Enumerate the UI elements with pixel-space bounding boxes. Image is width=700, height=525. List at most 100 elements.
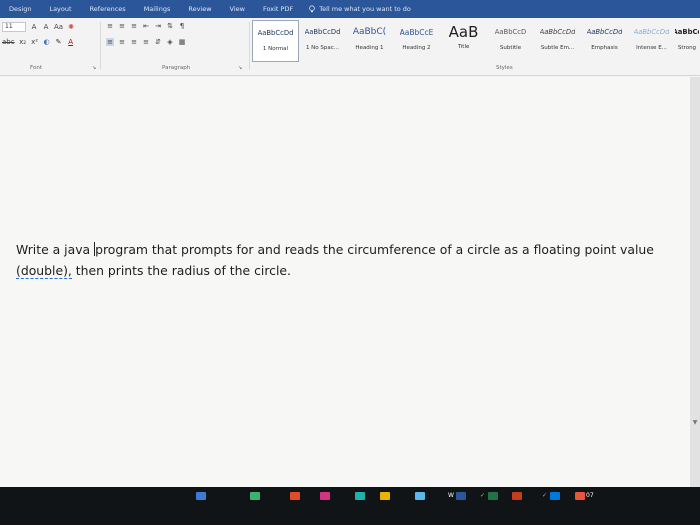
lightbulb-icon xyxy=(309,5,316,13)
app-icon[interactable] xyxy=(380,492,390,500)
subscript-button[interactable]: x₂ xyxy=(19,38,27,46)
style-intense-emphasis[interactable]: AaBbCcDd Intense E... xyxy=(628,20,675,62)
document-text: Write a java xyxy=(16,242,95,257)
document-text: program that prompts for and reads the c… xyxy=(95,242,654,257)
tab-references[interactable]: References xyxy=(81,0,135,18)
decrease-indent-icon[interactable]: ⇤ xyxy=(142,22,150,30)
ribbon: 11 A A Aa ✺ abc x₂ x² ◐ ✎ A Font ↘ ≡ ≡ ≡… xyxy=(0,18,700,76)
style-sample: AaBbCcE xyxy=(399,27,434,37)
style-sample: AaBbCc xyxy=(675,28,699,36)
tab-review[interactable]: Review xyxy=(179,0,220,18)
borders-icon[interactable]: ▦ xyxy=(178,38,186,46)
tab-view[interactable]: View xyxy=(221,0,254,18)
app-icon[interactable] xyxy=(250,492,260,500)
app-icon[interactable] xyxy=(355,492,365,500)
align-right-icon[interactable]: ≡ xyxy=(130,38,138,46)
app-icon[interactable] xyxy=(488,492,498,500)
style-subtitle[interactable]: AaBbCcD Subtitle xyxy=(487,20,534,62)
style-name: Strong xyxy=(677,45,697,51)
app-icon[interactable] xyxy=(575,492,585,500)
paragraph-dialog-launcher-icon[interactable]: ↘ xyxy=(238,65,242,71)
taskbar: W ✓ ✓ 07 xyxy=(0,487,700,525)
shrink-font-button[interactable]: A xyxy=(42,23,50,31)
paragraph-group-label: Paragraph xyxy=(162,65,191,71)
font-color-button[interactable]: A xyxy=(67,38,75,46)
tab-mailings[interactable]: Mailings xyxy=(135,0,180,18)
style-title[interactable]: AaB Title xyxy=(440,20,487,62)
document-paragraph[interactable]: Write a java program that prompts for an… xyxy=(16,239,688,281)
style-sample: AaBbCcD xyxy=(494,28,527,36)
document-page[interactable]: Write a java program that prompts for an… xyxy=(0,77,690,487)
superscript-button[interactable]: x² xyxy=(31,38,39,46)
line-spacing-icon[interactable]: ⇵ xyxy=(154,38,162,46)
grow-font-button[interactable]: A xyxy=(30,23,38,31)
style-name: Emphasis xyxy=(591,45,618,51)
style-name: Intense E... xyxy=(636,45,667,51)
app-icon[interactable] xyxy=(415,492,425,500)
tell-me-text: Tell me what you want to do xyxy=(319,5,411,13)
style-name: 1 No Spac... xyxy=(305,45,340,51)
styles-gallery: AaBbCcDd 1 Normal AaBbCcDd 1 No Spac... … xyxy=(252,20,699,62)
style-name: Title xyxy=(457,44,470,50)
style-name: Heading 1 xyxy=(355,45,384,51)
style-heading-1[interactable]: AaBbC( Heading 1 xyxy=(346,20,393,62)
style-heading-2[interactable]: AaBbCcE Heading 2 xyxy=(393,20,440,62)
app-icon[interactable] xyxy=(550,492,560,500)
app-icon[interactable] xyxy=(196,492,206,500)
style-sample: AaBbCcDd xyxy=(257,29,294,37)
style-name: Subtitle xyxy=(499,45,522,51)
font-dialog-launcher-icon[interactable]: ↘ xyxy=(92,65,96,71)
style-emphasis[interactable]: AaBbCcDd Emphasis xyxy=(581,20,628,62)
taskbar-label[interactable]: ✓ xyxy=(480,492,485,500)
word-taskbar-label[interactable]: W xyxy=(448,492,454,500)
app-icon[interactable] xyxy=(320,492,330,500)
numbering-icon[interactable]: ≡ xyxy=(118,22,126,30)
taskbar-label[interactable]: ✓ xyxy=(542,492,547,500)
multilevel-list-icon[interactable]: ≡ xyxy=(130,22,138,30)
style-subtle-emphasis[interactable]: AaBbCcDd Subtle Em... xyxy=(534,20,581,62)
change-case-button[interactable]: Aa xyxy=(54,23,63,31)
sort-icon[interactable]: ⇅ xyxy=(166,22,174,30)
group-divider xyxy=(100,22,101,70)
document-area: Write a java program that prompts for an… xyxy=(0,77,700,487)
scroll-down-arrow-icon[interactable]: ▼ xyxy=(691,419,699,427)
font-size-box[interactable]: 11 xyxy=(2,22,26,32)
show-marks-button[interactable]: ¶ xyxy=(178,22,186,30)
grammar-squiggle[interactable]: (double), xyxy=(16,263,72,279)
highlight-icon[interactable]: ✎ xyxy=(55,38,63,46)
justify-icon[interactable]: ≡ xyxy=(142,38,150,46)
style-sample: AaBbCcDd xyxy=(633,28,670,36)
styles-group-label: Styles xyxy=(496,65,513,71)
document-text: then prints the radius of the circle. xyxy=(71,263,291,278)
strikethrough-button[interactable]: abc xyxy=(2,38,15,46)
align-center-icon[interactable]: ≡ xyxy=(118,38,126,46)
clear-format-icon[interactable]: ✺ xyxy=(67,23,75,31)
ribbon-tab-bar: Design Layout References Mailings Review… xyxy=(0,0,700,18)
style-sample: AaBbC( xyxy=(352,27,387,37)
taskbar-label[interactable]: 07 xyxy=(586,492,594,500)
app-icon[interactable] xyxy=(290,492,300,500)
tab-design[interactable]: Design xyxy=(0,0,40,18)
style-no-spacing[interactable]: AaBbCcDd 1 No Spac... xyxy=(299,20,346,62)
style-strong[interactable]: AaBbCc Strong xyxy=(675,20,699,62)
tab-layout[interactable]: Layout xyxy=(40,0,80,18)
font-group-label: Font xyxy=(30,65,42,71)
increase-indent-icon[interactable]: ⇥ xyxy=(154,22,162,30)
word-icon[interactable] xyxy=(456,492,466,500)
align-left-icon[interactable]: ≡ xyxy=(106,38,114,46)
style-name: 1 Normal xyxy=(262,46,289,52)
style-normal[interactable]: AaBbCcDd 1 Normal xyxy=(252,20,299,62)
tell-me-box[interactable]: Tell me what you want to do xyxy=(308,5,411,13)
style-sample: AaBbCcDd xyxy=(304,28,341,36)
tab-foxit-pdf[interactable]: Foxit PDF xyxy=(254,0,302,18)
style-sample: AaBbCcDd xyxy=(586,28,623,36)
style-sample: AaB xyxy=(448,23,479,41)
style-name: Heading 2 xyxy=(402,45,431,51)
bullets-icon[interactable]: ≡ xyxy=(106,22,114,30)
app-icon[interactable] xyxy=(512,492,522,500)
style-sample: AaBbCcDd xyxy=(539,28,576,36)
text-effects-icon[interactable]: ◐ xyxy=(43,38,51,46)
shading-icon[interactable]: ◈ xyxy=(166,38,174,46)
style-name: Subtle Em... xyxy=(540,45,575,51)
group-divider xyxy=(249,22,250,70)
